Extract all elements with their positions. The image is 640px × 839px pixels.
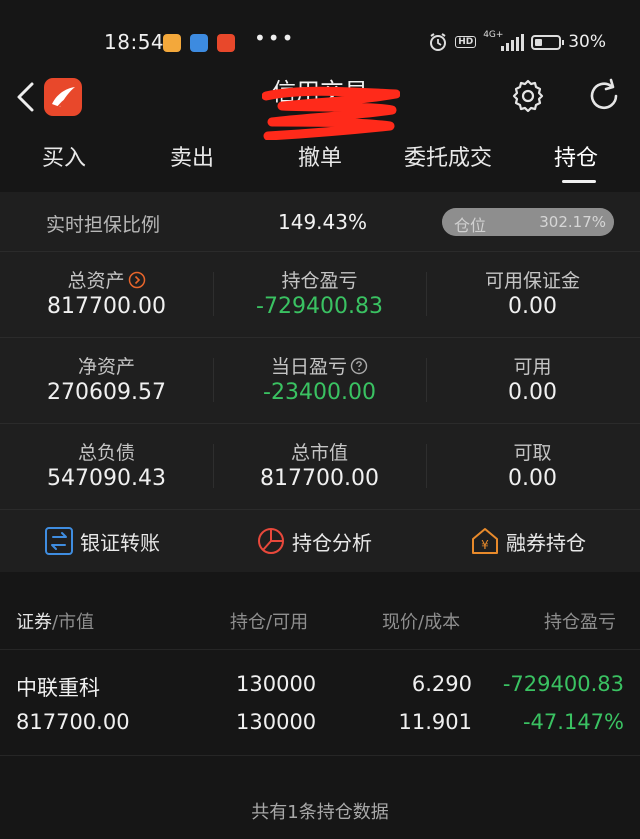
available-label: 可用 — [513, 356, 552, 378]
app-header: 信用交易 — [0, 70, 640, 140]
guarantee-ratio-label: 实时担保比例 — [46, 214, 161, 236]
tab-holdings[interactable]: 持仓 — [554, 140, 598, 172]
total-debt-label: 总负债 — [77, 442, 135, 464]
avail-margin-label: 可用保证金 — [484, 270, 580, 292]
mail-app-icon — [190, 34, 208, 52]
signal-icon: 4G+ — [483, 30, 525, 51]
quick-actions-row: 银证转账 持仓分析 ¥ 融券持仓 — [0, 510, 640, 572]
position-label: 仓位 — [454, 216, 487, 235]
total-assets-cell[interactable]: 总资产 817700.00 — [0, 252, 213, 338]
bank-transfer-label: 银证转账 — [80, 530, 160, 555]
stock-position: 130000 — [236, 672, 317, 696]
available-value: 0.00 — [508, 380, 557, 405]
hd-badge: HD — [455, 36, 477, 48]
holdings-count: 共有1条持仓数据 — [251, 802, 389, 823]
tab-orders-fills[interactable]: 委托成交 — [404, 140, 492, 172]
transfer-icon — [45, 527, 73, 555]
battery-level — [535, 38, 543, 46]
account-summary-panel: 实时担保比例 149.43% 仓位 302.17% 总资产 817700.00 … — [0, 192, 640, 572]
position-bar: 仓位 302.17% — [442, 208, 614, 236]
col-price[interactable]: 现价/成本 — [382, 608, 460, 634]
stock-market-value: 817700.00 — [16, 710, 130, 734]
market-value-cell: 总市值 817700.00 — [213, 424, 426, 510]
tab-sell[interactable]: 卖出 — [170, 140, 214, 172]
summary-row-1: 总资产 817700.00 持仓盈亏 -729400.83 可用保证金 0.00 — [0, 252, 640, 338]
stock-pl: -729400.83 — [502, 672, 624, 696]
tab-cancel[interactable]: 撤单 — [298, 140, 342, 172]
more-notifications-icon: ••• — [254, 26, 296, 50]
guarantee-ratio-row: 实时担保比例 149.43% 仓位 302.17% — [0, 192, 640, 252]
active-tab-indicator — [562, 180, 596, 183]
battery-percent: 30% — [568, 32, 606, 52]
total-assets-label: 总资产 — [0, 266, 213, 293]
trading-app-icon — [217, 34, 235, 52]
avail-margin-value: 0.00 — [508, 294, 557, 319]
hold-pl-value: -729400.83 — [256, 294, 383, 319]
net-assets-cell: 净资产 270609.57 — [0, 338, 213, 424]
settings-gear-icon[interactable] — [510, 78, 546, 114]
alarm-icon — [430, 33, 447, 51]
position-analysis-label: 持仓分析 — [292, 530, 372, 555]
pie-chart-icon — [258, 528, 284, 554]
status-bar: 18:54 ••• HD 4G+ 30% — [0, 0, 640, 80]
short-positions-label: 融券持仓 — [506, 530, 586, 555]
yuan-house-icon: ¥ — [472, 528, 498, 554]
market-value-label: 总市值 — [290, 442, 348, 464]
summary-row-2: 净资产 270609.57 当日盈亏 -23400.00 可用 0.00 — [0, 338, 640, 424]
status-time: 18:54 — [104, 30, 165, 54]
day-pl-value: -23400.00 — [263, 380, 376, 405]
col-position[interactable]: 持仓/可用 — [230, 608, 308, 634]
position-value: 302.17% — [539, 213, 606, 231]
stock-price: 6.290 — [411, 672, 472, 696]
stock-name: 中联重科 — [16, 676, 100, 700]
table-row[interactable]: 中联重科 817700.00 130000 130000 6.290 11.90… — [0, 654, 640, 756]
stock-pl-percent: -47.147% — [522, 710, 624, 734]
col-security[interactable]: 证券/市值 — [16, 608, 94, 634]
net-assets-value: 270609.57 — [47, 380, 166, 405]
market-value-value: 817700.00 — [260, 466, 379, 491]
withdrawable-value: 0.00 — [508, 466, 557, 491]
net-assets-label: 净资产 — [77, 356, 135, 378]
col-pl[interactable]: 持仓盈亏 — [544, 608, 616, 634]
battery-icon — [531, 34, 565, 50]
stock-cost: 11.901 — [398, 710, 472, 734]
available-cell: 可用 0.00 — [426, 338, 639, 424]
summary-row-3: 总负债 547090.43 总市值 817700.00 可取 0.00 — [0, 424, 640, 510]
stock-available: 130000 — [236, 710, 317, 734]
withdrawable-label: 可取 — [513, 442, 552, 464]
trade-tabs: 买入 卖出 撤单 委托成交 持仓 — [0, 140, 640, 184]
holdings-table-header: 证券/市值 持仓/可用 现价/成本 持仓盈亏 — [0, 592, 640, 650]
guarantee-ratio-value: 149.43% — [278, 210, 367, 234]
withdrawable-cell: 可取 0.00 — [426, 424, 639, 510]
day-pl-label: 当日盈亏 — [213, 352, 426, 379]
bank-transfer-button[interactable]: 银证转账 — [44, 526, 160, 556]
avail-margin-cell: 可用保证金 0.00 — [426, 252, 639, 338]
total-debt-cell: 总负债 547090.43 — [0, 424, 213, 510]
svg-text:¥: ¥ — [481, 538, 489, 552]
short-positions-button[interactable]: ¥ 融券持仓 — [470, 526, 586, 556]
hold-pl-cell: 持仓盈亏 -729400.83 — [213, 252, 426, 338]
position-analysis-button[interactable]: 持仓分析 — [256, 526, 372, 556]
total-assets-value: 817700.00 — [47, 294, 166, 319]
day-pl-cell: 当日盈亏 -23400.00 — [213, 338, 426, 424]
total-debt-value: 547090.43 — [47, 466, 166, 491]
tab-buy[interactable]: 买入 — [42, 140, 86, 172]
hold-pl-label: 持仓盈亏 — [281, 270, 358, 292]
refresh-icon[interactable] — [586, 78, 622, 114]
redaction-scribble — [262, 86, 400, 140]
network-type: 4G+ — [483, 30, 504, 40]
chevron-right-circle-icon[interactable] — [128, 271, 146, 289]
help-circle-icon[interactable] — [350, 357, 368, 375]
notes-app-icon — [163, 34, 181, 52]
